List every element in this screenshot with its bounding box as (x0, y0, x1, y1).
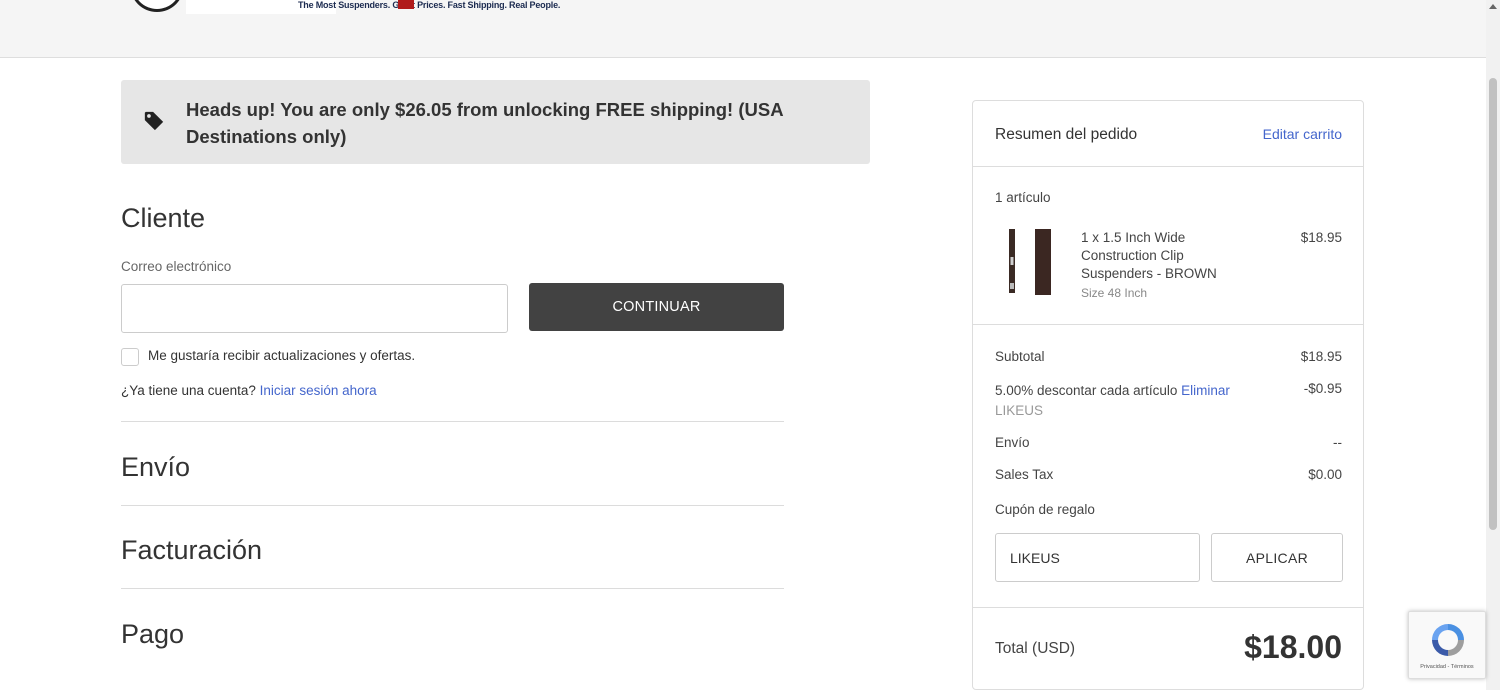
divider (121, 588, 784, 589)
total-value: $18.00 (1244, 629, 1342, 665)
shipping-value: -- (1333, 435, 1342, 450)
order-summary-title: Resumen del pedido (995, 126, 1138, 143)
page-scrollbar[interactable] (1486, 0, 1500, 690)
email-label: Correo electrónico (121, 259, 232, 274)
remove-discount-link[interactable]: Eliminar (1181, 383, 1230, 398)
continue-button[interactable]: CONTINUAR (529, 283, 784, 331)
email-field[interactable] (121, 284, 508, 333)
account-prompt: ¿Ya tiene una cuenta? (121, 383, 256, 398)
logo-tagline: The Most Suspenders. Great Prices. Fast … (298, 0, 561, 10)
tag-icon (144, 111, 164, 131)
divider (973, 324, 1363, 325)
product-name: 1 x 1.5 Inch Wide Construction Clip Susp… (1081, 230, 1217, 281)
gift-coupon-label: Cupón de regalo (995, 502, 1095, 517)
newsletter-label: Me gustaría recibir actualizaciones y of… (148, 348, 416, 363)
discount-code: LIKEUS (995, 403, 1044, 418)
billing-section-title[interactable]: Facturación (121, 535, 262, 566)
order-summary: Resumen del pedido Editar carrito 1 artí… (972, 100, 1364, 690)
recaptcha-terms[interactable]: Privacidad - Términos (1409, 664, 1485, 670)
gift-coupon-field[interactable] (995, 533, 1200, 582)
logo-red-mark (398, 0, 414, 9)
divider (121, 421, 784, 422)
payment-section-title[interactable]: Pago (121, 619, 184, 650)
order-summary-header: Resumen del pedido Editar carrito (973, 101, 1363, 167)
shipping-label: Envío (995, 435, 1030, 450)
banner-text: Heads up! You are only $26.05 from unloc… (186, 99, 783, 147)
product-thumbnail (1009, 229, 1051, 295)
discount-label: 5.00% descontar cada artículo (995, 383, 1178, 398)
recaptcha-badge[interactable]: Privacidad - Términos (1408, 611, 1486, 679)
site-header: The Most Suspenders. Great Prices. Fast … (0, 0, 1486, 58)
shipping-section-title[interactable]: Envío (121, 452, 190, 483)
subtotal-value: $18.95 (1300, 349, 1342, 364)
logo-emblem (130, 0, 184, 12)
subtotal-label: Subtotal (995, 349, 1045, 364)
discount-line: 5.00% descontar cada artículo Eliminar L… (995, 381, 1255, 421)
tax-label: Sales Tax (995, 467, 1054, 482)
discount-value: -$0.95 (1303, 381, 1342, 396)
account-prompt-line: ¿Ya tiene una cuenta? Iniciar sesión aho… (121, 383, 377, 398)
product-price: $18.95 (1300, 230, 1342, 245)
product-size: Size 48 Inch (1081, 286, 1148, 300)
items-count: 1 artículo (995, 190, 1051, 205)
divider (973, 607, 1363, 608)
newsletter-checkbox[interactable] (121, 348, 139, 366)
signin-link[interactable]: Iniciar sesión ahora (260, 383, 377, 398)
free-shipping-banner: Heads up! You are only $26.05 from unloc… (121, 80, 870, 164)
recaptcha-icon (1432, 624, 1464, 656)
apply-coupon-button[interactable]: APLICAR (1211, 533, 1343, 582)
edit-cart-link[interactable]: Editar carrito (1263, 126, 1342, 142)
scrollbar-thumb[interactable] (1489, 78, 1497, 530)
divider (121, 505, 784, 506)
scroll-up-arrow-icon[interactable] (1489, 4, 1497, 9)
tax-value: $0.00 (1308, 467, 1342, 482)
customer-section-title: Cliente (121, 203, 206, 233)
store-logo[interactable]: The Most Suspenders. Great Prices. Fast … (126, 0, 571, 14)
total-label: Total (USD) (995, 640, 1076, 657)
